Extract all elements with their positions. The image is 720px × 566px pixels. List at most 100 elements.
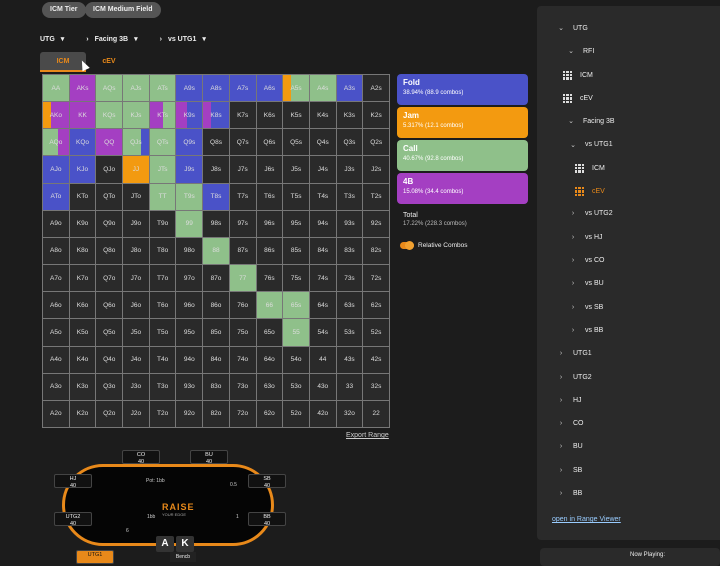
- scenario-dropdown[interactable]: › Facing 3B ▾: [86, 35, 137, 44]
- hand-cell[interactable]: K9s: [176, 102, 204, 130]
- hand-cell[interactable]: K8o: [69, 237, 97, 266]
- hand-cell[interactable]: AQo: [43, 129, 70, 157]
- hand-cell[interactable]: KK: [69, 102, 97, 130]
- hand-cell[interactable]: J7s: [229, 156, 257, 184]
- hand-cell[interactable]: ATs: [149, 75, 177, 103]
- hand-cell[interactable]: AJo: [43, 156, 70, 184]
- hand-cell[interactable]: J4o: [123, 346, 150, 374]
- hand-cell[interactable]: T6o: [149, 292, 177, 320]
- hand-cell[interactable]: A2s: [363, 75, 390, 103]
- hand-cell[interactable]: Q5s: [283, 129, 310, 157]
- hand-cell[interactable]: A9o: [43, 210, 70, 238]
- hand-cell[interactable]: 42s: [363, 346, 390, 374]
- hand-cell[interactable]: 32o: [336, 400, 364, 428]
- hand-cell[interactable]: T7o: [149, 265, 177, 293]
- hand-cell[interactable]: K4o: [69, 346, 97, 374]
- hand-cell[interactable]: 54s: [309, 319, 337, 347]
- hand-cell[interactable]: 73s: [336, 265, 364, 293]
- hand-cell[interactable]: 43o: [309, 373, 337, 401]
- hand-cell[interactable]: J4s: [309, 156, 337, 184]
- hand-cell[interactable]: Q3s: [336, 129, 364, 157]
- hand-cell[interactable]: 77: [229, 265, 257, 293]
- hand-cell[interactable]: 74o: [229, 346, 257, 374]
- tree-item[interactable]: ⌄ vs UTG1: [569, 141, 613, 149]
- tab-cev[interactable]: cEV: [86, 52, 132, 72]
- hand-cell[interactable]: 86o: [203, 292, 230, 320]
- hand-cell[interactable]: J9o: [123, 210, 150, 238]
- hand-cell[interactable]: K4s: [309, 102, 337, 130]
- hand-cell[interactable]: 62o: [256, 400, 284, 428]
- hand-cell[interactable]: J3s: [336, 156, 364, 184]
- hand-cell[interactable]: KJo: [69, 156, 97, 184]
- hand-cell[interactable]: 63o: [256, 373, 284, 401]
- hand-cell[interactable]: T7s: [229, 183, 257, 211]
- hand-cell[interactable]: 83o: [203, 373, 230, 401]
- tree-item[interactable]: cEV: [575, 187, 605, 197]
- tree-item[interactable]: ⌄ Facing 3B: [567, 117, 614, 126]
- action-bet4[interactable]: 4B 15.08% (34.4 combos): [397, 173, 528, 204]
- hand-cell[interactable]: 43s: [336, 346, 364, 374]
- tree-item[interactable]: › SB: [557, 467, 583, 474]
- hand-cell[interactable]: A5s: [283, 75, 310, 103]
- hand-cell[interactable]: T9o: [149, 210, 177, 238]
- hand-cell[interactable]: 52o: [283, 400, 310, 428]
- hand-cell[interactable]: A4s: [309, 75, 337, 103]
- tree-item[interactable]: › BU: [557, 443, 583, 450]
- hand-cell[interactable]: 65s: [283, 292, 310, 320]
- hand-cell[interactable]: 83s: [336, 237, 364, 266]
- hand-cell[interactable]: Q7s: [229, 129, 257, 157]
- hand-cell[interactable]: T5s: [283, 183, 310, 211]
- hand-cell[interactable]: 95s: [283, 210, 310, 238]
- hand-cell[interactable]: Q5o: [96, 319, 124, 347]
- hand-cell[interactable]: 76s: [256, 265, 284, 293]
- hand-cell[interactable]: 84o: [203, 346, 230, 374]
- tree-item[interactable]: › vs BB: [569, 327, 603, 334]
- hand-cell[interactable]: K7o: [69, 265, 97, 293]
- hand-cell[interactable]: J6o: [123, 292, 150, 320]
- hand-cell[interactable]: K5o: [69, 319, 97, 347]
- hand-cell[interactable]: 98s: [203, 210, 230, 238]
- hand-cell[interactable]: K2s: [363, 102, 390, 130]
- hand-cell[interactable]: Q6o: [96, 292, 124, 320]
- tree-item[interactable]: › CO: [557, 420, 584, 427]
- hand-cell[interactable]: Q8o: [96, 237, 124, 266]
- hand-cell[interactable]: QJo: [96, 156, 124, 184]
- hand-cell[interactable]: QJs: [123, 129, 150, 157]
- relative-combos-toggle[interactable]: Relative Combos: [400, 241, 468, 250]
- hand-cell[interactable]: 97s: [229, 210, 257, 238]
- hand-cell[interactable]: 85o: [203, 319, 230, 347]
- hand-cell[interactable]: TT: [149, 183, 177, 211]
- tree-item[interactable]: › UTG2: [557, 374, 592, 381]
- hand-cell[interactable]: T9s: [176, 183, 204, 211]
- hand-cell[interactable]: 62s: [363, 292, 390, 320]
- hand-cell[interactable]: 53s: [336, 319, 364, 347]
- hand-cell[interactable]: JTs: [149, 156, 177, 184]
- hand-cell[interactable]: 42o: [309, 400, 337, 428]
- hand-cell[interactable]: KQs: [96, 102, 124, 130]
- hand-cell[interactable]: KTo: [69, 183, 97, 211]
- hand-cell[interactable]: 65o: [256, 319, 284, 347]
- tree-item[interactable]: › BB: [557, 490, 583, 497]
- hand-cell[interactable]: Q9o: [96, 210, 124, 238]
- hand-cell[interactable]: QQ: [96, 129, 124, 157]
- hand-cell[interactable]: 75s: [283, 265, 310, 293]
- hand-cell[interactable]: AQs: [96, 75, 124, 103]
- hand-cell[interactable]: A6s: [256, 75, 284, 103]
- hand-cell[interactable]: J9s: [176, 156, 204, 184]
- hand-cell[interactable]: 54o: [283, 346, 310, 374]
- hand-cell[interactable]: KTs: [149, 102, 177, 130]
- hand-cell[interactable]: K8s: [203, 102, 230, 130]
- hand-cell[interactable]: 95o: [176, 319, 204, 347]
- hand-cell[interactable]: Q2o: [96, 400, 124, 428]
- hand-cell[interactable]: J5s: [283, 156, 310, 184]
- hand-cell[interactable]: J2s: [363, 156, 390, 184]
- hand-cell[interactable]: Q4o: [96, 346, 124, 374]
- hand-cell[interactable]: 33: [336, 373, 364, 401]
- hand-cell[interactable]: A7s: [229, 75, 257, 103]
- hand-cell[interactable]: 64o: [256, 346, 284, 374]
- hand-cell[interactable]: J8o: [123, 237, 150, 266]
- hand-cell[interactable]: A7o: [43, 265, 70, 293]
- hand-cell[interactable]: AJs: [123, 75, 150, 103]
- hand-cell[interactable]: K2o: [69, 400, 97, 428]
- hand-cell[interactable]: 92s: [363, 210, 390, 238]
